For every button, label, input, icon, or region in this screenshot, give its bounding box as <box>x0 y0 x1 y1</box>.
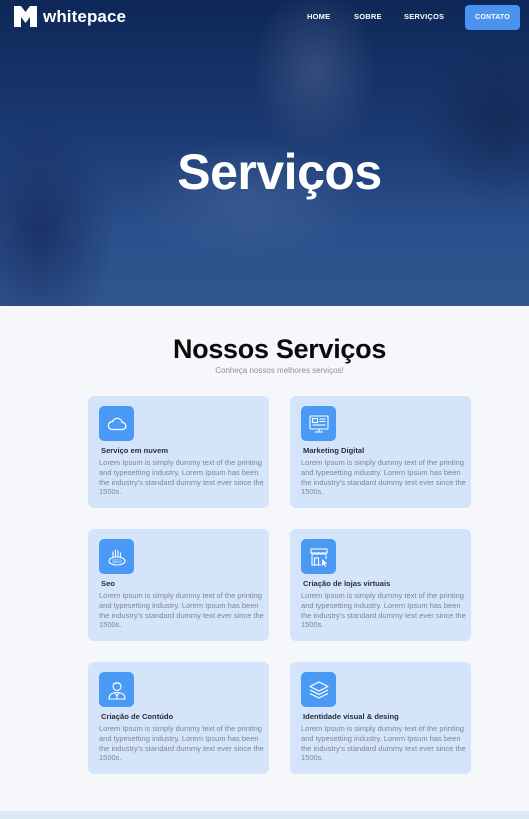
card-icon-badge <box>301 539 336 574</box>
card-title: Serviço em nuvem <box>101 446 169 455</box>
card-title: Seo <box>101 579 115 588</box>
top-navbar: whitepace HOME SOBRE SERVIÇOS CONTATO <box>0 0 529 36</box>
card-title: Criação de lojas virtuais <box>303 579 391 588</box>
service-card-lojas[interactable]: Criação de lojas virtuais Lorem Ipsum is… <box>290 529 471 641</box>
card-description: Lorem Ipsum is simply dummy text of the … <box>99 724 264 763</box>
card-description: Lorem Ipsum is simply dummy text of the … <box>99 591 264 630</box>
brand-name: whitepace <box>43 6 127 26</box>
card-icon-badge <box>99 406 134 441</box>
service-card-identidade[interactable]: Identidade visual & desing Lorem Ipsum i… <box>290 662 471 774</box>
service-card-seo[interactable]: SEO Seo Lorem Ipsum is simply dummy text… <box>88 529 269 641</box>
card-icon-badge <box>99 672 134 707</box>
service-card-nuvem[interactable]: Serviço em nuvem Lorem Ipsum is simply d… <box>88 396 269 508</box>
section-subtitle: Conheça nossos melhores serviços! <box>215 366 344 375</box>
service-card-marketing[interactable]: Marketing Digital Lorem Ipsum is simply … <box>290 396 471 508</box>
seo-icon: SEO <box>107 549 126 566</box>
content-creator-icon <box>107 681 126 700</box>
hero-title: Serviços <box>177 144 382 200</box>
marketing-icon <box>308 414 329 433</box>
svg-text:SEO: SEO <box>112 559 122 565</box>
card-description: Lorem Ipsum is simply dummy text of the … <box>301 591 466 630</box>
card-description: Lorem Ipsum is simply dummy text of the … <box>99 458 264 497</box>
contato-button[interactable]: CONTATO <box>465 5 520 30</box>
whitepace-logo-icon <box>14 6 37 27</box>
layers-icon <box>308 680 329 699</box>
footer-edge <box>0 811 529 819</box>
card-icon-badge: SEO <box>99 539 134 574</box>
card-icon-badge <box>301 672 336 707</box>
card-description: Lorem Ipsum is simply dummy text of the … <box>301 458 466 497</box>
nav-link-sobre[interactable]: SOBRE <box>354 12 382 21</box>
store-icon <box>309 547 328 567</box>
cloud-icon <box>107 417 126 430</box>
card-title: Identidade visual & desing <box>303 712 399 721</box>
card-icon-badge <box>301 406 336 441</box>
card-title: Marketing Digital <box>303 446 365 455</box>
card-description: Lorem Ipsum is simply dummy text of the … <box>301 724 466 763</box>
card-title: Criação de Contúdo <box>101 712 174 721</box>
section-title: Nossos Serviços <box>172 334 387 364</box>
nav-link-servicos[interactable]: SERVIÇOS <box>404 12 444 21</box>
nav-link-home[interactable]: HOME <box>307 12 330 21</box>
service-card-conteudo[interactable]: Criação de Contúdo Lorem Ipsum is simply… <box>88 662 269 774</box>
brand-logo[interactable]: whitepace <box>14 6 126 27</box>
